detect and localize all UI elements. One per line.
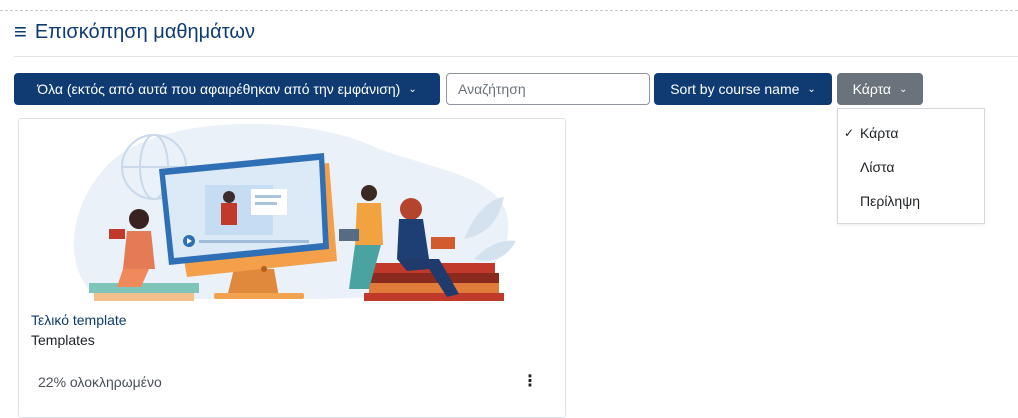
header-divider: [14, 56, 1018, 57]
grouping-label: Όλα (εκτός από αυτά που αφαιρέθηκαν από …: [37, 81, 401, 97]
view-option-card[interactable]: ✓ Κάρτα: [838, 119, 984, 147]
view-option-summary[interactable]: Περίληψη: [838, 187, 984, 215]
block-title: Επισκόπηση μαθημάτων: [34, 20, 255, 43]
block-header: ≡ Επισκόπηση μαθημάτων: [14, 16, 255, 48]
search-input[interactable]: [446, 73, 650, 105]
course-image[interactable]: [19, 119, 565, 301]
sort-dropdown-button[interactable]: Sort by course name ⌄: [654, 73, 832, 105]
checkmark-icon: ✓: [844, 126, 855, 140]
view-dropdown-button[interactable]: Κάρτα ⌄: [837, 73, 923, 105]
course-progress-text: 22% ολοκληρωμένο: [38, 374, 162, 390]
grouping-dropdown-button[interactable]: Όλα (εκτός από αυτά που αφαιρέθηκαν από …: [14, 73, 440, 105]
view-option-label: Λίστα: [860, 159, 895, 175]
view-option-label: Περίληψη: [860, 193, 920, 209]
hamburger-icon[interactable]: ≡: [14, 21, 27, 43]
chevron-down-icon: ⌄: [899, 83, 908, 95]
chevron-down-icon: ⌄: [408, 83, 417, 95]
view-label: Κάρτα: [852, 81, 892, 97]
chevron-down-icon: ⌄: [807, 83, 816, 95]
more-actions-icon[interactable]: ⋮: [521, 371, 539, 391]
course-name-link[interactable]: Τελικό template: [31, 312, 127, 328]
view-option-list[interactable]: Λίστα: [838, 153, 984, 181]
top-divider: [0, 10, 1018, 11]
view-dropdown-menu: ✓ Κάρτα Λίστα Περίληψη: [837, 108, 985, 224]
course-category: Templates: [31, 332, 95, 348]
view-option-label: Κάρτα: [860, 125, 899, 141]
sort-label: Sort by course name: [670, 81, 800, 97]
course-card: Τελικό template Templates 22% ολοκληρωμέ…: [18, 118, 566, 418]
